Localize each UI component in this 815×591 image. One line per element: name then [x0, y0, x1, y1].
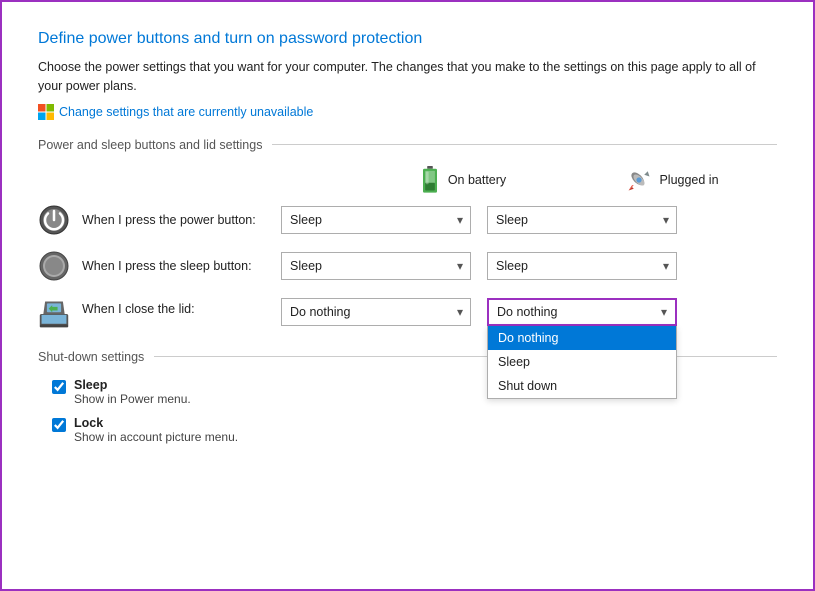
sleep-battery-select[interactable]: Sleep Do nothing Hibernate Shut down: [281, 252, 471, 280]
dropdown-arrow-icon: ▾: [661, 305, 667, 319]
section1-divider: [272, 144, 777, 145]
sleep-button-dropdowns: Sleep Do nothing Hibernate Shut down Sle…: [281, 252, 677, 280]
sleep-checkbox-sub: Show in Power menu.: [74, 392, 191, 406]
lid-plugged-dropdown-btn[interactable]: Do nothing ▾: [487, 298, 677, 326]
sleep-button-icon: [38, 250, 70, 282]
shield-icon: [38, 104, 54, 120]
power-button-row: When I press the power button: Sleep Do …: [38, 204, 777, 236]
lid-icon: [38, 298, 70, 330]
power-plugged-select[interactable]: Sleep Do nothing Hibernate Shut down: [487, 206, 677, 234]
lid-plugged-dropdown-list: Do nothing Sleep Shut down: [487, 326, 677, 399]
power-button-icon: [38, 204, 70, 236]
dropdown-item-shutdown[interactable]: Shut down: [488, 374, 676, 398]
sleep-battery-select-wrap: Sleep Do nothing Hibernate Shut down: [281, 252, 471, 280]
sleep-button-label: When I press the sleep button:: [82, 259, 277, 273]
dropdown-item-sleep[interactable]: Sleep: [488, 350, 676, 374]
dropdown-item-donothing[interactable]: Do nothing: [488, 326, 676, 350]
power-battery-select[interactable]: Sleep Do nothing Hibernate Shut down: [281, 206, 471, 234]
sleep-checkbox-labels: Sleep Show in Power menu.: [74, 378, 191, 406]
battery-icon: [418, 166, 442, 194]
power-plugged-select-wrap: Sleep Do nothing Hibernate Shut down: [487, 206, 677, 234]
sleep-plugged-select[interactable]: Sleep Do nothing Hibernate Shut down: [487, 252, 677, 280]
lock-checkbox-row: Lock Show in account picture menu.: [38, 416, 777, 444]
lid-plugged-selected: Do nothing: [497, 305, 557, 319]
lid-dropdowns: Do nothing Sleep Hibernate Shut down Do …: [281, 298, 677, 326]
change-settings-link[interactable]: Change settings that are currently unava…: [38, 104, 777, 120]
power-button-label: When I press the power button:: [82, 213, 277, 227]
sleep-checkbox[interactable]: [52, 380, 66, 394]
sleep-checkbox-label: Sleep: [74, 378, 191, 392]
section1-header: Power and sleep buttons and lid settings: [38, 138, 777, 152]
sleep-button-row: When I press the sleep button: Sleep Do …: [38, 250, 777, 282]
power-button-dropdowns: Sleep Do nothing Hibernate Shut down Sle…: [281, 206, 677, 234]
power-battery-select-wrap: Sleep Do nothing Hibernate Shut down: [281, 206, 471, 234]
page-subtitle: Choose the power settings that you want …: [38, 58, 777, 96]
shutdown-divider: [154, 356, 777, 357]
lid-label: When I close the lid:: [82, 302, 277, 316]
lid-battery-select[interactable]: Do nothing Sleep Hibernate Shut down: [281, 298, 471, 326]
page-title: Define power buttons and turn on passwor…: [38, 30, 777, 48]
lock-checkbox-labels: Lock Show in account picture menu.: [74, 416, 238, 444]
lock-checkbox[interactable]: [52, 418, 66, 432]
lock-checkbox-sub: Show in account picture menu.: [74, 430, 238, 444]
lid-battery-select-wrap: Do nothing Sleep Hibernate Shut down: [281, 298, 471, 326]
sleep-plugged-select-wrap: Sleep Do nothing Hibernate Shut down: [487, 252, 677, 280]
lid-row: When I close the lid: Do nothing Sleep H…: [38, 296, 777, 330]
lid-plugged-dropdown-wrap[interactable]: Do nothing ▾ Do nothing Sleep Shut down: [487, 298, 677, 326]
lock-checkbox-label: Lock: [74, 416, 238, 430]
main-container: Define power buttons and turn on passwor…: [0, 0, 815, 591]
plug-icon: [625, 166, 653, 194]
columns-header: On battery Plugged in: [38, 166, 777, 194]
battery-column-label: On battery: [357, 166, 567, 194]
pluggedin-column-label: Plugged in: [567, 166, 777, 194]
